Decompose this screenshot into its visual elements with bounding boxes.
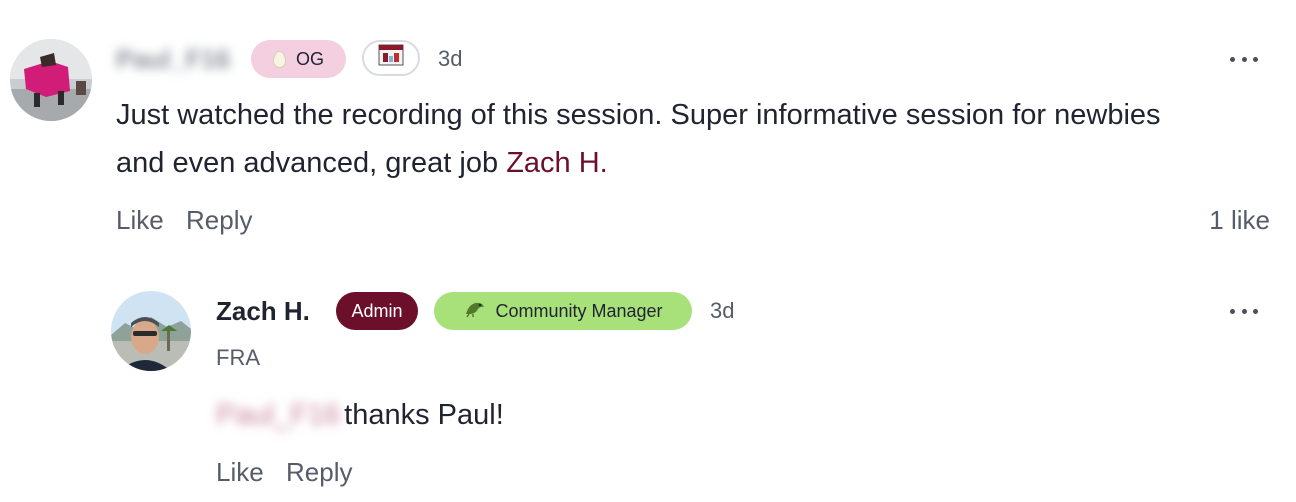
community-manager-badge: Community Manager bbox=[434, 292, 692, 330]
dot bbox=[1241, 56, 1247, 62]
comment-more-options-button[interactable] bbox=[1230, 54, 1258, 64]
dot bbox=[1230, 308, 1235, 314]
comment-thread: Paul_F16 OG 3d Just watched the recordin… bbox=[0, 0, 1296, 502]
comment-body: Just watched the recording of this sessi… bbox=[116, 91, 1216, 187]
dot bbox=[1253, 56, 1258, 62]
flag-badge bbox=[362, 40, 420, 76]
reply-mention-link[interactable]: Paul_F16 bbox=[216, 399, 340, 431]
community-manager-badge-label: Community Manager bbox=[495, 300, 663, 321]
dot bbox=[1230, 56, 1235, 62]
reply-more-options-button[interactable] bbox=[1230, 306, 1258, 316]
comment-timestamp: 3d bbox=[438, 46, 463, 71]
dot bbox=[1241, 308, 1247, 314]
og-badge-label: OG bbox=[295, 48, 324, 69]
og-badge: OG bbox=[251, 40, 346, 78]
comment-mention-link[interactable]: Zach H. bbox=[506, 147, 608, 179]
admin-badge: Admin bbox=[336, 292, 418, 330]
comment-text: Just watched the recording of this sessi… bbox=[116, 99, 1161, 179]
comment-like-button[interactable]: Like bbox=[116, 205, 164, 236]
egg-icon bbox=[272, 50, 286, 68]
reply-author-name[interactable]: Zach H. bbox=[216, 296, 310, 327]
team-flag-icon bbox=[378, 44, 404, 72]
reply-avatar[interactable] bbox=[111, 291, 191, 371]
reply-body: Paul_F16 thanks Paul! bbox=[216, 391, 504, 439]
reply-reply-button[interactable]: Reply bbox=[286, 457, 352, 488]
reply-like-button[interactable]: Like bbox=[216, 457, 264, 488]
avatar[interactable] bbox=[10, 39, 92, 121]
comment-author-name[interactable]: Paul_F16 bbox=[116, 44, 230, 75]
reply-text: thanks Paul! bbox=[344, 399, 504, 431]
reply-location: FRA bbox=[216, 345, 260, 370]
comment-reply-button[interactable]: Reply bbox=[186, 205, 252, 236]
comment-like-count[interactable]: 1 like bbox=[1209, 205, 1270, 236]
dragon-icon bbox=[463, 298, 487, 324]
reply-timestamp: 3d bbox=[710, 298, 735, 323]
dot bbox=[1253, 308, 1258, 314]
admin-badge-label: Admin bbox=[351, 300, 403, 321]
